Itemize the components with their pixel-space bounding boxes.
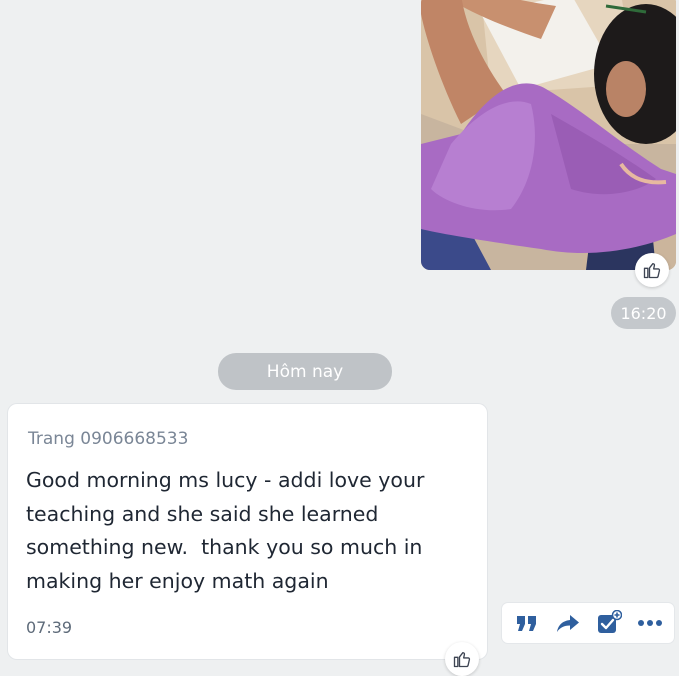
date-divider: Hôm nay [218, 353, 392, 390]
more-dots-icon [637, 620, 662, 626]
task-check-icon [597, 610, 622, 633]
quote-button[interactable] [510, 606, 544, 640]
forward-arrow-icon [556, 615, 579, 632]
thumbs-up-icon [643, 263, 661, 279]
photo-message[interactable] [421, 0, 676, 270]
sender-name[interactable]: Trang 0906668533 [28, 429, 188, 449]
forward-button[interactable] [551, 606, 585, 640]
message-bubble[interactable]: Trang 0906668533 Good morning ms lucy - … [8, 404, 487, 659]
thumbs-up-icon [453, 652, 471, 668]
photo-time-badge: 16:20 [611, 297, 676, 329]
quote-icon [516, 616, 536, 631]
photo-like-button[interactable] [635, 253, 669, 287]
more-button[interactable] [633, 606, 667, 640]
message-like-button[interactable] [445, 642, 479, 676]
photo-image [421, 0, 676, 270]
message-time: 07:39 [26, 618, 73, 637]
message-actions-toolbar [502, 603, 674, 643]
task-button[interactable] [592, 606, 626, 640]
message-text: Good morning ms lucy - addi love your te… [26, 468, 431, 593]
